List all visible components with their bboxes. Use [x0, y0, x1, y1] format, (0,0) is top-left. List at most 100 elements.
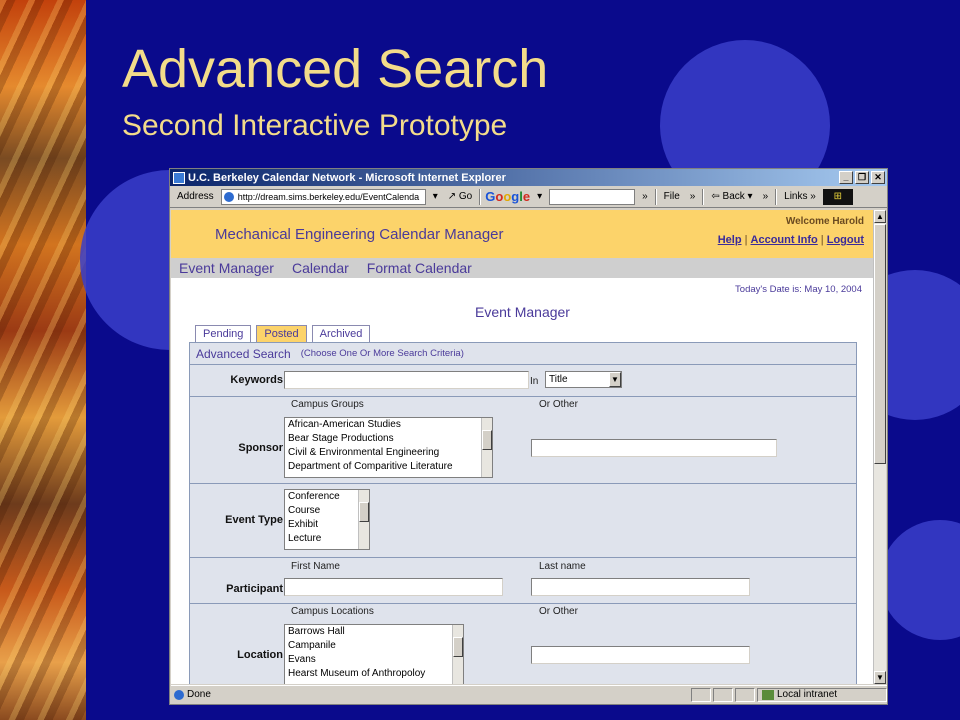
toolbar-separator [775, 188, 778, 205]
links-label: Links [784, 191, 808, 202]
nav-format-calendar[interactable]: Format Calendar [367, 260, 472, 276]
page-icon [223, 191, 234, 202]
scroll-down-icon[interactable]: ▼ [874, 671, 886, 684]
location-listbox[interactable]: Barrows Hall Campanile Evans Hearst Muse… [284, 624, 464, 684]
scroll-thumb[interactable] [453, 637, 463, 657]
in-select[interactable]: Title ▼ [545, 371, 622, 388]
event-type-row: Event Type Conference Course Exhibit Lec… [190, 484, 856, 558]
decorative-gear [880, 520, 960, 640]
listbox-scrollbar[interactable] [358, 490, 369, 549]
app-title: Mechanical Engineering Calendar Manager [215, 226, 504, 243]
panel-header: Advanced Search (Choose One Or More Sear… [190, 343, 856, 365]
scroll-up-icon[interactable]: ▲ [874, 210, 886, 223]
list-item[interactable]: Department of Comparitive Literature [288, 460, 492, 474]
address-input[interactable]: http://dream.sims.berkeley.edu/EventCale… [220, 188, 426, 205]
scroll-thumb[interactable] [874, 224, 886, 464]
location-other-input[interactable] [531, 646, 750, 664]
account-info-link[interactable]: Account Info [751, 234, 818, 246]
event-type-label: Event Type [225, 514, 283, 526]
go-button[interactable]: ↗ Go [445, 191, 476, 202]
event-tabs: Pending Posted Archived [171, 322, 874, 342]
list-item[interactable]: Hearst Museum of Anthropoloy [288, 667, 463, 681]
google-dropdown-icon[interactable]: ▾ [534, 191, 545, 202]
window-titlebar[interactable]: U.C. Berkeley Calendar Network - Microso… [170, 169, 887, 186]
decorative-gear-strip [0, 0, 86, 720]
page-scrollbar[interactable]: ▲ ▼ [873, 210, 886, 684]
location-row: Campus Locations Or Other Location Barro… [190, 604, 856, 684]
first-name-label: First Name [291, 561, 340, 572]
file-menu[interactable]: File [661, 191, 683, 202]
address-dropdown-icon[interactable]: ▾ [430, 191, 441, 202]
event-type-listbox[interactable]: Conference Course Exhibit Lecture [284, 489, 370, 550]
tab-archived[interactable]: Archived [311, 325, 371, 342]
help-link[interactable]: Help [718, 234, 742, 246]
sponsor-other-label: Or Other [539, 399, 578, 410]
chevron-more-icon[interactable]: » [639, 191, 651, 202]
list-item[interactable]: Bear Stage Productions [288, 432, 492, 446]
scroll-thumb[interactable] [359, 502, 369, 522]
security-zone: Local intranet [757, 687, 887, 702]
google-search-input[interactable] [549, 188, 636, 205]
list-item[interactable]: Campanile [288, 639, 463, 653]
back-label: Back [722, 191, 745, 202]
listbox-scrollbar[interactable] [481, 418, 492, 477]
keywords-row: Keywords In Title ▼ [190, 365, 856, 397]
toolbar-separator [654, 188, 657, 205]
status-cell [735, 687, 755, 702]
campus-groups-label: Campus Groups [291, 399, 364, 410]
logout-link[interactable]: Logout [827, 234, 864, 246]
list-item[interactable]: African-American Studies [288, 418, 492, 432]
google-letter: G [485, 189, 496, 204]
status-done: Done [174, 689, 691, 700]
listbox-scrollbar[interactable] [452, 625, 463, 684]
list-item[interactable]: Lecture [288, 532, 369, 546]
minimize-button[interactable]: _ [839, 171, 853, 184]
chevron-more-icon[interactable]: » [760, 191, 772, 202]
advanced-search-panel: Advanced Search (Choose One Or More Sear… [189, 342, 857, 684]
location-label: Location [237, 649, 283, 661]
status-cell [691, 687, 711, 702]
nav-calendar[interactable]: Calendar [292, 260, 349, 276]
account-links: Help | Account Info | Logout [717, 234, 864, 246]
scroll-thumb[interactable] [482, 430, 492, 450]
toolbar-separator [479, 188, 482, 205]
browser-window: U.C. Berkeley Calendar Network - Microso… [169, 168, 888, 705]
google-toolbar-logo[interactable]: Google [485, 189, 530, 204]
sponsor-listbox[interactable]: African-American Studies Bear Stage Prod… [284, 417, 493, 478]
in-selected-value: Title [549, 374, 568, 385]
list-item[interactable]: Barrows Hall [288, 625, 463, 639]
restore-button[interactable]: ❐ [855, 171, 869, 184]
chevron-more-icon[interactable]: » [687, 191, 699, 202]
list-item[interactable]: Civil & Environmental Engineering [288, 446, 492, 460]
address-value: http://dream.sims.berkeley.edu/EventCale… [237, 191, 420, 202]
ie-icon [173, 171, 185, 184]
back-button[interactable]: ⇦ Back ▾ [708, 191, 755, 202]
chevron-down-icon[interactable]: ▼ [609, 372, 621, 387]
list-item[interactable]: Evans [288, 653, 463, 667]
slide-subtitle: Second Interactive Prototype [122, 109, 508, 142]
list-item[interactable]: Course [288, 504, 369, 518]
sponsor-other-input[interactable] [531, 439, 777, 457]
page-heading: Event Manager [475, 304, 570, 320]
first-name-input[interactable] [284, 578, 503, 596]
intranet-icon [762, 689, 774, 700]
tab-pending[interactable]: Pending [195, 325, 252, 342]
ie-icon [174, 689, 184, 700]
keywords-input[interactable] [284, 371, 529, 389]
welcome-text: Welcome Harold [785, 216, 864, 227]
window-title: U.C. Berkeley Calendar Network - Microso… [188, 171, 506, 184]
nav-event-manager[interactable]: Event Manager [179, 260, 274, 276]
in-label: In [530, 376, 539, 387]
list-item[interactable]: Exhibit [288, 518, 369, 532]
tab-posted[interactable]: Posted [256, 325, 307, 342]
address-label: Address [177, 191, 214, 202]
last-name-label: Last name [539, 561, 586, 572]
campus-locations-label: Campus Locations [291, 606, 374, 617]
links-button[interactable]: Links » [781, 191, 819, 202]
last-name-input[interactable] [531, 578, 750, 596]
sponsor-row: Campus Groups Or Other Sponsor African-A… [190, 397, 856, 484]
list-item[interactable]: Conference [288, 490, 369, 504]
sponsor-label: Sponsor [238, 442, 283, 454]
close-button[interactable]: ✕ [871, 171, 885, 184]
status-cell [713, 687, 733, 702]
